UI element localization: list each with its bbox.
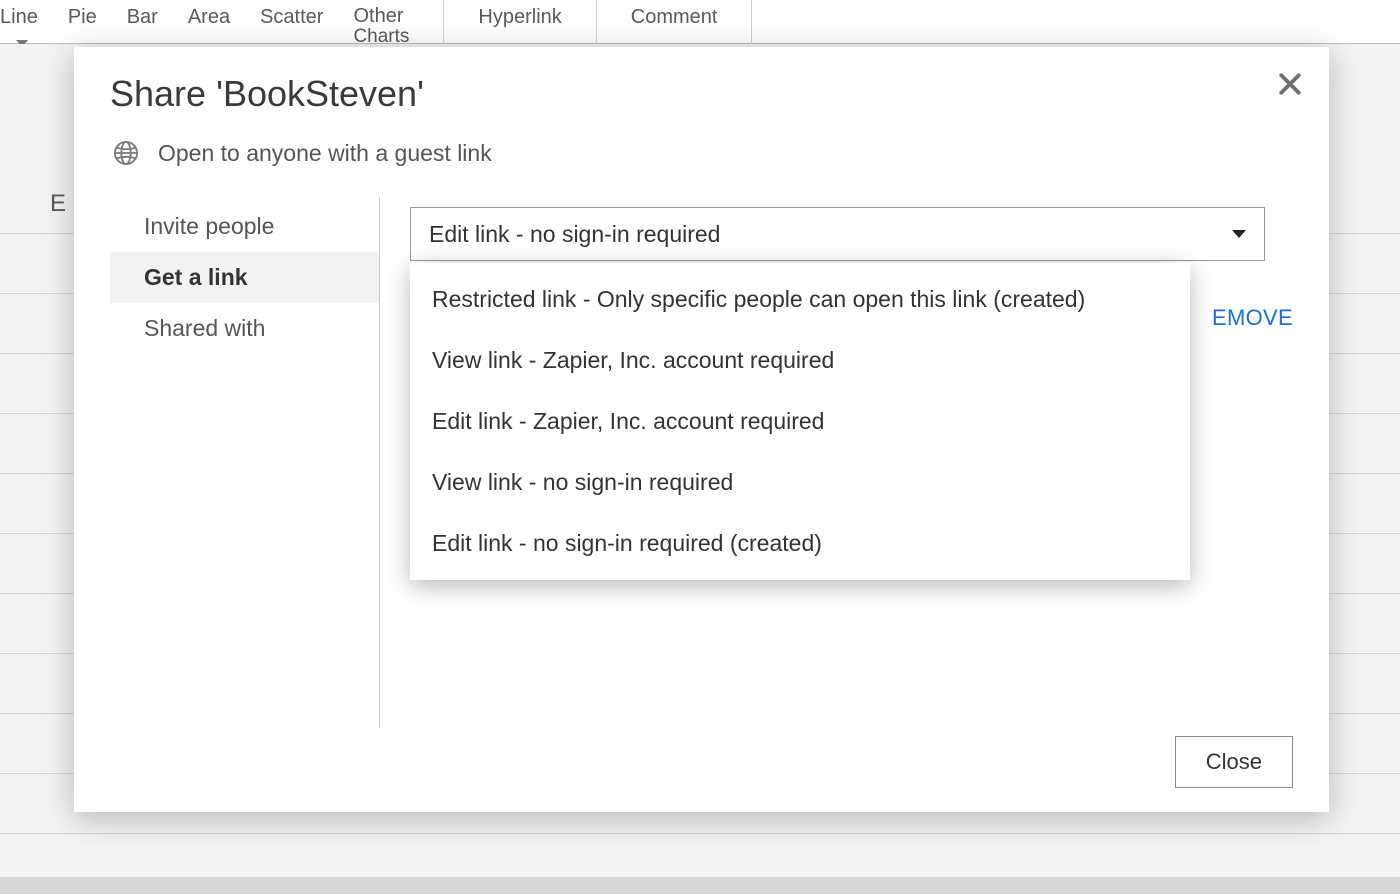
- globe-icon: [112, 139, 140, 167]
- dialog-title: Share 'BookSteven': [110, 73, 1293, 115]
- dropdown-option[interactable]: Restricted link - Only specific people c…: [410, 269, 1190, 330]
- tab-shared-with[interactable]: Shared with: [110, 303, 379, 354]
- sharing-status-text: Open to anyone with a guest link: [158, 140, 492, 167]
- dropdown-option[interactable]: Edit link - no sign-in required (created…: [410, 513, 1190, 574]
- ribbon-separator: [596, 0, 597, 44]
- dropdown-option[interactable]: View link - no sign-in required: [410, 452, 1190, 513]
- close-button[interactable]: Close: [1175, 736, 1293, 788]
- ribbon-item-scatter[interactable]: Scatter: [260, 0, 323, 29]
- dropdown-option[interactable]: View link - Zapier, Inc. account require…: [410, 330, 1190, 391]
- close-icon[interactable]: [1275, 69, 1305, 99]
- ribbon-separator: [751, 0, 752, 44]
- ribbon-charts-group: Line Pie Bar Area Scatter Other Charts H…: [0, 0, 1400, 44]
- ribbon-item-pie[interactable]: Pie: [68, 0, 97, 29]
- ribbon-item-hyperlink[interactable]: Hyperlink: [478, 0, 561, 29]
- dropdown-selected-label: Edit link - no sign-in required: [429, 221, 720, 248]
- link-type-dropdown-list: Restricted link - Only specific people c…: [410, 263, 1190, 580]
- chevron-down-icon: [1232, 230, 1246, 238]
- ribbon-item-area[interactable]: Area: [188, 0, 230, 29]
- ribbon-separator: [443, 0, 444, 44]
- column-header-e[interactable]: E: [50, 190, 66, 218]
- ribbon-item-other-charts[interactable]: Other Charts: [353, 0, 409, 47]
- remove-link-partial[interactable]: EMOVE: [1212, 305, 1293, 331]
- tab-invite-people[interactable]: Invite people: [110, 201, 379, 252]
- sharing-status-row: Open to anyone with a guest link: [110, 139, 1293, 167]
- tab-get-a-link[interactable]: Get a link: [110, 252, 379, 303]
- ribbon-item-line[interactable]: Line: [0, 0, 38, 29]
- dropdown-option[interactable]: Edit link - Zapier, Inc. account require…: [410, 391, 1190, 452]
- share-tabs: Invite people Get a link Shared with: [110, 197, 380, 728]
- link-type-dropdown[interactable]: Edit link - no sign-in required: [410, 207, 1265, 261]
- ribbon-item-other-label: Other: [353, 5, 403, 27]
- ribbon-item-comment[interactable]: Comment: [631, 0, 718, 29]
- ribbon-item-bar[interactable]: Bar: [127, 0, 158, 29]
- get-link-pane: Edit link - no sign-in required EMOVE Re…: [380, 197, 1293, 728]
- share-dialog: Share 'BookSteven' Open to anyone with a…: [74, 47, 1329, 812]
